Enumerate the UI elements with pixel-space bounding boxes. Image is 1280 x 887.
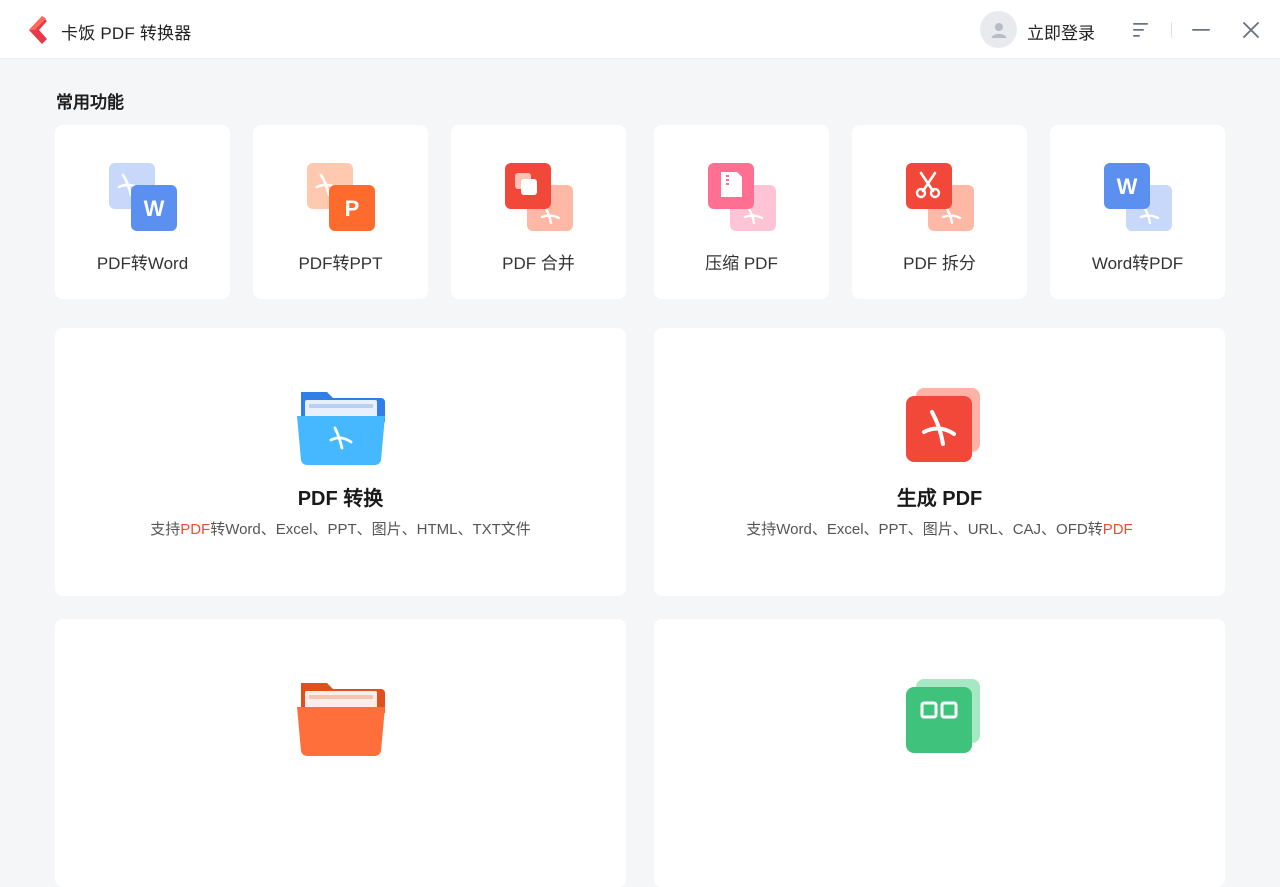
feature-title: PDF 转换 <box>297 488 384 510</box>
feature-card-create-pdf[interactable]: 生成 PDF 支持Word、Excel、PPT、图片、URL、CAJ、OFD转P… <box>654 328 1225 596</box>
titlebar-divider <box>1171 22 1172 38</box>
tool-card-pdf-compress[interactable]: 压缩 PDF <box>654 125 829 299</box>
tool-label: PDF转PPT <box>298 254 383 273</box>
create-pdf-icon <box>905 388 980 462</box>
feature-description: 支持PDF转Word、Excel、PPT、图片、HTML、TXT文件 <box>55 518 626 539</box>
feature-card-4[interactable] <box>654 619 1225 887</box>
tool-label: 压缩 PDF <box>705 254 778 273</box>
feature-desc-highlight: PDF <box>180 521 211 538</box>
folder-pdf-icon <box>296 392 385 466</box>
pdf-compress-icon <box>707 163 776 231</box>
close-icon[interactable] <box>1240 19 1262 41</box>
folder-orange-icon <box>296 683 385 757</box>
svg-text:W: W <box>143 196 164 221</box>
pdf-to-word-icon: W <box>108 163 177 231</box>
login-button[interactable]: 立即登录 <box>1027 19 1095 44</box>
feature-description: 支持Word、Excel、PPT、图片、URL、CAJ、OFD转PDF <box>654 518 1225 539</box>
tool-card-pdf-to-ppt[interactable]: P PDF转PPT <box>253 125 428 299</box>
tool-card-word-to-pdf[interactable]: W Word转PDF <box>1050 125 1225 299</box>
grid-app-icon <box>905 679 980 753</box>
user-icon <box>991 22 1006 38</box>
feature-desc-prefix: 支持 <box>150 521 181 538</box>
app-title: 卡饭 PDF 转换器 <box>61 24 192 43</box>
feature-desc-highlight: PDF <box>1102 521 1133 538</box>
tool-label: Word转PDF <box>1091 254 1184 273</box>
tool-card-pdf-split[interactable]: PDF 拆分 <box>852 125 1027 299</box>
feature-desc-suffix: 转Word、Excel、PPT、图片、HTML、TXT文件 <box>210 521 531 538</box>
tool-card-pdf-merge[interactable]: PDF 合并 <box>451 125 626 299</box>
minimize-icon[interactable] <box>1190 20 1212 40</box>
feature-card-pdf-convert[interactable]: PDF 转换 支持PDF转Word、Excel、PPT、图片、HTML、TXT文… <box>55 328 626 596</box>
tool-label: PDF 合并 <box>502 254 575 273</box>
tool-card-pdf-to-word[interactable]: W PDF转Word <box>55 125 230 299</box>
feature-desc-prefix: 支持Word、Excel、PPT、图片、URL、CAJ、OFD转 <box>746 521 1103 538</box>
app-logo-icon <box>29 16 47 44</box>
avatar[interactable] <box>980 11 1017 48</box>
pdf-merge-icon <box>504 163 573 231</box>
tool-label: PDF转Word <box>96 254 189 273</box>
pdf-split-icon <box>905 163 974 231</box>
title-bar: 卡饭 PDF 转换器 立即登录 <box>0 0 1280 59</box>
pdf-to-ppt-icon: P <box>306 163 375 231</box>
feature-title: 生成 PDF <box>896 488 983 510</box>
section-title: 常用功能 <box>56 93 124 112</box>
svg-text:W: W <box>1116 174 1137 199</box>
menu-icon[interactable] <box>1131 20 1151 40</box>
word-to-pdf-icon: W <box>1103 163 1172 231</box>
feature-card-3[interactable] <box>55 619 626 887</box>
svg-text:P: P <box>344 196 359 221</box>
tool-label: PDF 拆分 <box>903 254 976 273</box>
